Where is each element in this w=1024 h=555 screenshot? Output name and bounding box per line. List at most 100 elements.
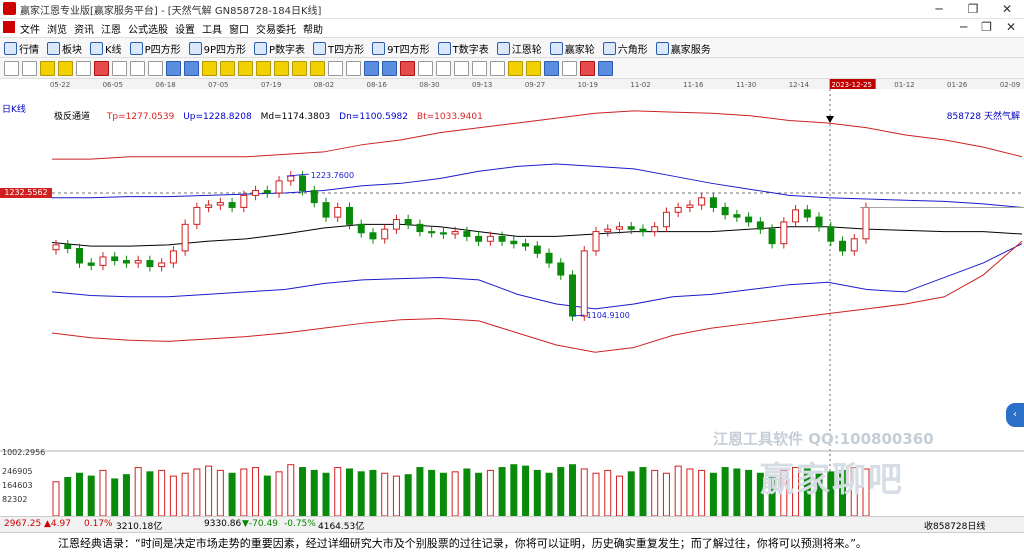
toolbar-service[interactable]: 赢家服务 [655,41,711,56]
drawing-tool-icon[interactable] [202,61,217,76]
volume-bar [522,465,530,517]
drawing-tool-icon[interactable] [22,61,37,76]
drawing-tool-icon[interactable] [472,61,487,76]
candle-body [522,243,530,247]
drawing-tool-icon[interactable] [526,61,541,76]
drawing-tool-icon[interactable] [220,61,235,76]
volume-bar [439,472,447,517]
drawing-tool-icon[interactable] [454,61,469,76]
drawing-tool-icon[interactable] [364,61,379,76]
drawing-tool-icon[interactable] [256,61,271,76]
menu-trade[interactable]: 交易委托 [256,21,296,36]
inner-window-controls: ─ ❐ ✕ [960,20,1016,34]
volume-bar [709,472,717,517]
main-toolbar: 行情 板块 K线 P四方形 9P四方形 P数字表 T四方形 9T四方形 T数字表… [0,38,1024,58]
drawing-tool-icon[interactable] [58,61,73,76]
volume-bar [205,465,213,517]
toolbar-t-table[interactable]: T数字表 [437,41,489,56]
volume-bar [651,469,659,517]
toolbar-sector[interactable]: 板块 [47,41,82,56]
drawing-tool-icon[interactable] [580,61,595,76]
menu-tools[interactable]: 工具 [202,21,222,36]
date-tick-label: 09-13 [472,81,492,89]
toolbar-kline[interactable]: K线 [90,41,122,56]
drawing-tool-icon[interactable] [598,61,613,76]
date-tick-label: 07-05 [208,81,228,89]
indicator-name: 极反通道 [54,112,91,122]
candle-body [486,235,494,242]
menu-info[interactable]: 资讯 [74,21,94,36]
drawing-tool-icon[interactable] [238,61,253,76]
status-right: 收858728日线 [924,522,986,532]
menu-browse[interactable]: 浏览 [47,21,67,36]
candle-body [216,202,224,206]
toolbar-winner-wheel[interactable]: 赢家轮 [549,41,595,56]
candle-body [733,214,741,218]
drawing-tool-icon[interactable] [346,61,361,76]
toolbar-hexagon[interactable]: 六角形 [602,41,648,56]
toolbar-quote[interactable]: 行情 [4,41,39,56]
toolbar-9t-square[interactable]: 9T四方形 [372,41,430,56]
drawing-tool-icon[interactable] [436,61,451,76]
drawing-tool-icon[interactable] [184,61,199,76]
drawing-tool-icon[interactable] [292,61,307,76]
menu-formula[interactable]: 公式选股 [128,21,168,36]
toolbar-9p-square[interactable]: 9P四方形 [188,41,246,56]
candle-body [827,226,835,242]
candle-body [181,223,189,252]
menu-gann[interactable]: 江恩 [101,21,121,36]
volume-bar [357,471,365,517]
drawing-tool-icon[interactable] [274,61,289,76]
drawing-tool-icon[interactable] [40,61,55,76]
toolbar-t-square[interactable]: T四方形 [313,41,364,56]
menu-logo-icon [3,21,15,33]
menu-settings[interactable]: 设置 [175,21,195,36]
menu-help[interactable]: 帮助 [303,21,323,36]
drawing-tool-icon[interactable] [4,61,19,76]
toolbar-p-square[interactable]: P四方形 [129,41,181,56]
drawing-tool-icon[interactable] [166,61,181,76]
drawing-tool-icon[interactable] [490,61,505,76]
drawing-tool-icon[interactable] [562,61,577,76]
status-bar: 2967.25 ▲4.97 0.17% 3210.18亿 9330.86 ▼-7… [0,516,1024,532]
candle-body [639,228,647,233]
candle-body [428,231,436,234]
chart-area[interactable]: 05-22 06-05 06-18 07-05 07-19 08-02 08-16 08-30… [0,79,1024,517]
minimize-button[interactable]: ─ [922,0,956,18]
sh-pct: 0.17% [84,519,113,529]
close-button[interactable]: ✕ [990,0,1024,18]
volume-bar [392,475,400,517]
volume-bar [345,468,353,517]
restore-button[interactable]: ❐ [956,0,990,18]
p-table-icon [254,42,267,55]
kline-chart[interactable]: 05-22 06-05 06-18 07-05 07-19 08-02 08-16 08-30… [0,79,1024,517]
inner-close-button[interactable]: ✕ [1006,20,1016,34]
menu-file[interactable]: 文件 [20,21,40,36]
drawing-tool-icon[interactable] [328,61,343,76]
date-tick-label: 09-27 [525,81,545,89]
inner-minimize-button[interactable]: ─ [960,20,967,34]
menu-window[interactable]: 窗口 [229,21,249,36]
drawing-tool-icon[interactable] [76,61,91,76]
inner-restore-button[interactable]: ❐ [981,20,992,34]
drawing-tool-icon[interactable] [544,61,559,76]
drawing-tool-icon[interactable] [508,61,523,76]
side-scroll-button[interactable]: ‹ [1006,403,1024,427]
drawing-tool-icon[interactable] [382,61,397,76]
toolbar-gann-wheel[interactable]: 江恩轮 [496,41,542,56]
volume-bar [111,478,119,517]
toolbar-p-table[interactable]: P数字表 [254,41,305,56]
drawing-tool-icon[interactable] [310,61,325,76]
drawing-tool-icon[interactable] [130,61,145,76]
drawing-tool-icon[interactable] [148,61,163,76]
app-logo-icon [3,2,16,15]
drawing-tool-icon[interactable] [112,61,127,76]
candle-body [111,256,119,262]
volume-bar [193,468,201,517]
volume-bar [228,472,236,517]
candle-body [122,260,130,264]
drawing-tool-icon[interactable] [94,61,109,76]
drawing-tool-icon[interactable] [418,61,433,76]
drawing-tool-icon[interactable] [400,61,415,76]
indicator-row: 极反通道 Tp=1277.0539 Up=1228.8208 Md=1174.3… [54,109,483,122]
